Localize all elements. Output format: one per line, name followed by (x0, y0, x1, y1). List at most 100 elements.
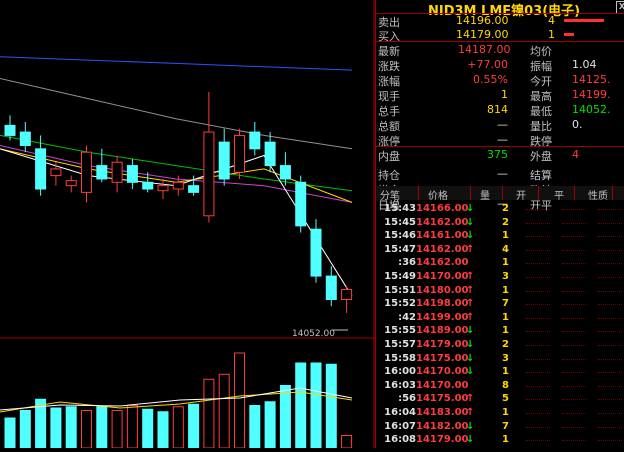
row-guide (562, 345, 586, 347)
volume-bar (188, 403, 200, 449)
quote-value: +77.00 (467, 58, 508, 71)
candle-body (188, 185, 200, 193)
volume-bar (81, 410, 92, 449)
row-guide (562, 222, 586, 225)
trade-row[interactable]: 16:03 14170.00 8 (376, 379, 624, 393)
volume-bar (126, 405, 138, 449)
quote-value: 4 (572, 148, 579, 161)
divider (376, 13, 624, 14)
row-guide (562, 236, 586, 238)
trade-row[interactable]: 15:51 14180.00 ↑ 1 (376, 284, 624, 298)
trade-qty: 3 (502, 352, 509, 364)
arrow-down-icon: ↓ (466, 339, 475, 350)
row-guide (526, 222, 550, 225)
row-guide (562, 290, 586, 293)
trade-qty: 1 (502, 257, 509, 269)
trade-row[interactable]: 15:52 14198.00 ↑ 7 (376, 297, 624, 311)
trade-qty: 7 (502, 298, 509, 310)
quote-label: 外盘 (530, 150, 552, 163)
column-header[interactable]: 性质 (588, 187, 608, 202)
arrow-up-icon: ↑ (466, 271, 475, 282)
quote-value: 1 (501, 88, 508, 101)
trade-row[interactable]: :56 14175.00 ↑ 5 (376, 392, 624, 406)
trade-row[interactable]: :42 14199.00 ↑ 1 (376, 311, 624, 325)
quote-value: 14125. (572, 73, 611, 86)
trade-price: 14170.00 (416, 271, 469, 282)
row-guide (526, 209, 550, 211)
trade-row[interactable]: 16:07 14182.00 ↓ 7 (376, 420, 624, 434)
quote-row: 最新 14187.00 均价 (376, 42, 624, 58)
row-guide (562, 440, 586, 442)
volume-bar (325, 363, 337, 449)
chart-canvas: 14052.00 (0, 0, 375, 449)
candlestick-chart[interactable]: 14052.00 (0, 0, 375, 449)
ma-line (0, 78, 353, 150)
quote-value: — (497, 167, 508, 180)
row-guide (526, 440, 550, 442)
column-header[interactable]: 分笔 (380, 187, 400, 202)
trade-time: 16:04 (384, 407, 416, 418)
row-guide (526, 277, 550, 279)
trade-table-header: 分笔 价格 量 开 平 性质 (376, 186, 624, 202)
column-header[interactable]: 平 (554, 187, 564, 202)
trade-row[interactable]: 15:49 14170.00 ↑ 3 (376, 270, 624, 284)
row-guide (598, 277, 622, 279)
row-guide (562, 317, 586, 320)
volume-bar (50, 407, 62, 449)
arrow-up-icon: ↑ (466, 407, 475, 418)
trade-row[interactable]: 15:58 14175.00 ↓ 3 (376, 352, 624, 366)
arrow-down-icon: ↓ (466, 325, 475, 337)
candle-body (295, 181, 307, 227)
volume-bar (249, 405, 261, 449)
row-guide (526, 372, 550, 374)
trade-row[interactable]: 15:47 14162.00 ↑ 4 (376, 243, 624, 257)
row-guide (562, 372, 586, 374)
trade-qty: 2 (502, 339, 509, 350)
quote-value: — (497, 133, 508, 146)
row-guide (598, 304, 622, 306)
candle-body (81, 151, 92, 193)
column-header[interactable]: 量 (480, 187, 490, 202)
trade-price: 14199.00 (416, 311, 469, 323)
row-guide (526, 317, 550, 320)
row-guide (598, 263, 622, 265)
candle-body (4, 124, 16, 136)
volume-bar (172, 406, 184, 449)
arrow-down-icon: ↓ (466, 352, 475, 364)
trade-price: 14162.00 (416, 216, 469, 228)
order-qty: 4 (548, 14, 555, 27)
trade-row[interactable]: 15:43 14166.00 ↓ 2 (376, 202, 624, 216)
trade-row[interactable]: 15:45 14162.00 ↓ 2 (376, 216, 624, 230)
volume-bar (295, 362, 307, 449)
column-divider (538, 186, 539, 200)
row-guide (598, 413, 622, 415)
volume-bar (65, 406, 77, 449)
arrow-up-icon: ↑ (466, 298, 475, 310)
order-price: 14196.00 (456, 14, 509, 27)
quote-value: 14187.00 (458, 43, 511, 56)
trade-qty: 4 (502, 243, 509, 255)
column-header[interactable]: 开 (516, 187, 526, 202)
trade-row[interactable]: 16:08 14179.00 ↓ 1 (376, 433, 624, 447)
column-divider (502, 186, 503, 200)
row-guide (598, 440, 622, 442)
trade-qty: 1 (502, 325, 509, 337)
trade-time: 15:43 (384, 203, 416, 214)
trade-qty: 1 (502, 407, 509, 418)
quote-row: 内盘 375 外盘 4 (376, 147, 624, 163)
trade-row[interactable]: 15:55 14189.00 ↓ 1 (376, 324, 624, 338)
trade-row[interactable]: 15:46 14161.00 ↓ 1 (376, 229, 624, 243)
candle-body (96, 165, 108, 180)
trade-time: 15:57 (384, 339, 416, 350)
trade-row[interactable]: 15:57 14179.00 ↓ 2 (376, 338, 624, 352)
candle-body (310, 228, 322, 277)
quote-value: 14199. (572, 88, 611, 101)
trade-row[interactable]: 16:00 14170.00 ↓ 1 (376, 365, 624, 379)
trade-price: 14162.00 (416, 257, 469, 269)
trade-row[interactable]: 16:04 14183.00 ↑ 1 (376, 406, 624, 420)
column-header[interactable]: 价格 (428, 187, 448, 202)
candle-body (142, 181, 154, 190)
trade-price: 14179.00 (416, 339, 469, 350)
trade-row[interactable]: :36 14162.00 1 (376, 256, 624, 270)
arrow-down-icon: ↓ (466, 230, 475, 242)
